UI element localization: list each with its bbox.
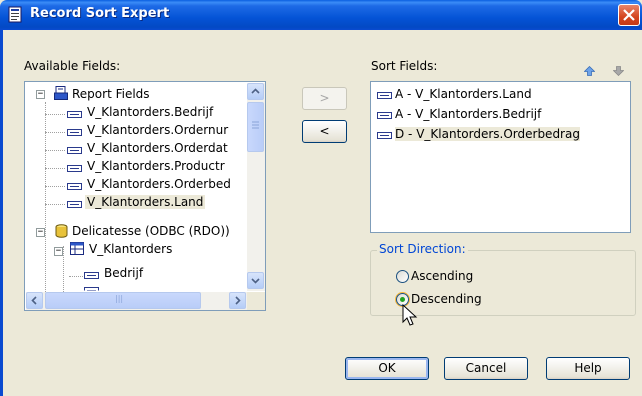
collapse-icon[interactable]: −	[54, 247, 63, 256]
available-fields-tree[interactable]: − Report Fields V_Klantorders.Bedrijf V_…	[24, 81, 266, 311]
grip-text: |||	[115, 294, 124, 303]
descending-label[interactable]: Descending	[411, 292, 482, 306]
help-button[interactable]: Help	[546, 357, 630, 380]
scroll-up-icon	[251, 88, 260, 94]
collapse-icon[interactable]: −	[36, 90, 45, 99]
tree-item-datasource[interactable]: Delicatesse (ODBC (RDO))	[70, 222, 232, 240]
tree-line	[45, 102, 46, 232]
scroll-thumb[interactable]	[247, 102, 264, 152]
field-icon	[377, 92, 392, 99]
sort-fields-label: Sort Fields:	[371, 59, 438, 73]
tree-line	[45, 114, 65, 115]
tree-item-field[interactable]: V_Klantorders.Orderdat	[85, 139, 230, 157]
report-app-icon	[8, 6, 22, 23]
scroll-corner	[247, 292, 265, 310]
tree-line	[45, 168, 65, 169]
vertical-scrollbar[interactable]	[247, 83, 265, 291]
field-icon	[67, 165, 82, 172]
add-field-button[interactable]: >	[302, 87, 347, 110]
field-icon	[377, 112, 392, 119]
field-icon	[67, 201, 82, 208]
scroll-down-icon	[251, 278, 260, 284]
scroll-thumb[interactable]: |||	[45, 292, 201, 309]
scroll-right-icon	[235, 296, 241, 305]
tree-line	[45, 204, 65, 205]
ok-button[interactable]: OK	[345, 357, 429, 380]
cancel-button[interactable]: Cancel	[444, 357, 528, 380]
sort-field-item[interactable]: A - V_Klantorders.Bedrijf	[395, 105, 541, 123]
sort-direction-label: Sort Direction:	[377, 242, 468, 256]
field-icon	[84, 272, 99, 279]
sort-fields-list[interactable]: A - V_Klantorders.Land A - V_Klantorders…	[370, 81, 631, 233]
title-bar[interactable]: Record Sort Expert	[0, 0, 642, 30]
tree-item-field-selected[interactable]: V_Klantorders.Land	[85, 193, 206, 211]
database-icon	[55, 224, 68, 238]
field-icon	[67, 147, 82, 154]
tree-item-field[interactable]: V_Klantorders.Productr	[85, 157, 227, 175]
available-fields-label: Available Fields:	[24, 59, 121, 73]
tree-item-field[interactable]: V_Klantorders.Ordernur	[85, 121, 230, 139]
scroll-left-icon	[31, 296, 37, 305]
window-frame	[0, 30, 3, 396]
move-down-icon[interactable]	[613, 66, 624, 76]
horizontal-scrollbar[interactable]: |||	[26, 292, 247, 310]
close-button[interactable]	[618, 4, 640, 26]
grip-icon	[252, 121, 259, 129]
collapse-icon[interactable]: −	[36, 228, 45, 237]
field-icon	[67, 111, 82, 118]
tree-line	[45, 186, 65, 187]
sort-field-item-selected[interactable]: D - V_Klantorders.Orderbedrag	[395, 125, 580, 143]
tree-line	[45, 132, 65, 133]
tree-item-table[interactable]: V_Klantorders	[87, 240, 174, 258]
move-up-icon[interactable]	[584, 66, 595, 76]
tree-line	[69, 276, 83, 277]
ascending-radio[interactable]	[396, 270, 409, 283]
tree-line	[45, 150, 65, 151]
tree-item-field[interactable]: V_Klantorders.Orderbed	[85, 175, 233, 193]
mouse-cursor-icon	[402, 304, 418, 326]
tree-item-report-fields[interactable]: Report Fields	[70, 85, 152, 103]
remove-field-button[interactable]: <	[302, 120, 347, 143]
table-icon	[70, 242, 84, 255]
tree-item-field[interactable]: V_Klantorders.Bedrijf	[85, 103, 215, 121]
tree-item-field[interactable]: Bedrijf	[102, 264, 145, 282]
field-icon	[67, 129, 82, 136]
scroll-up-button[interactable]	[247, 83, 264, 100]
sort-field-item[interactable]: A - V_Klantorders.Land	[395, 85, 532, 103]
scroll-right-button[interactable]	[229, 292, 246, 309]
window-title: Record Sort Expert	[30, 6, 170, 21]
ascending-label[interactable]: Ascending	[411, 269, 473, 283]
field-icon	[67, 183, 82, 190]
scroll-down-button[interactable]	[247, 272, 264, 289]
scroll-left-button[interactable]	[26, 292, 43, 309]
field-icon	[377, 132, 392, 139]
close-icon	[623, 9, 635, 21]
report-fields-icon	[54, 86, 68, 100]
